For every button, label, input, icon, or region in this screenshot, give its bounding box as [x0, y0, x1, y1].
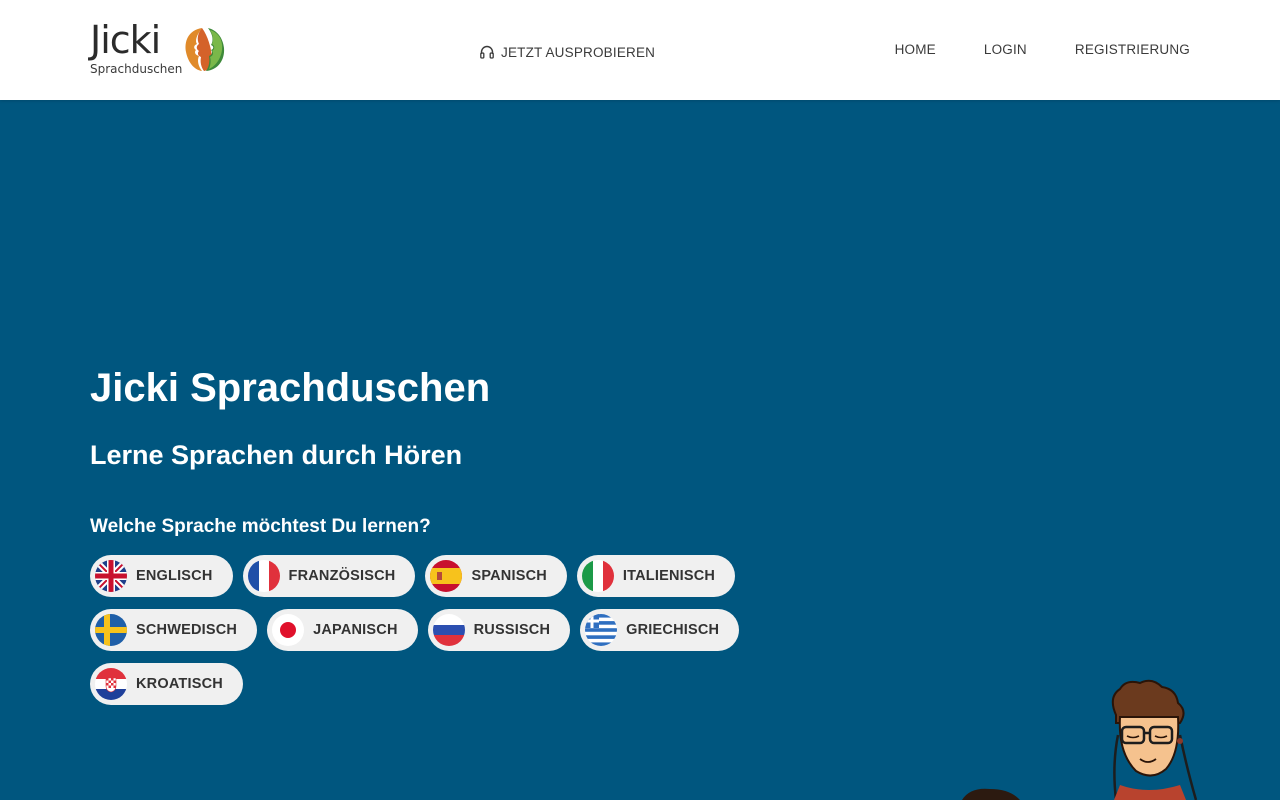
italy-flag-icon [581, 560, 614, 592]
logo-faces-icon [185, 28, 225, 71]
sweden-flag-icon [95, 614, 127, 646]
language-label: SPANISCH [471, 568, 547, 584]
uk-flag-icon [95, 560, 127, 592]
listener-illustration [962, 679, 1198, 800]
language-button-english[interactable]: ENGLISCH [90, 555, 233, 597]
page-title: Jicki Sprachduschen [90, 366, 491, 410]
site-header: Jicki Sprachduschen JETZT AUSPROBIEREN H… [0, 0, 1280, 100]
language-row: SCHWEDISCH JAPANISCH RUSSISCH GRIECHISCH [90, 609, 740, 651]
greece-flag-icon [585, 614, 618, 646]
croatia-flag-icon [95, 668, 127, 700]
logo-subtitle: Sprachduschen [90, 62, 183, 76]
language-label: ENGLISCH [136, 568, 213, 584]
language-button-spanish[interactable]: SPANISCH [425, 555, 567, 597]
language-button-croatian[interactable]: KROATISCH [90, 663, 243, 705]
language-button-swedish[interactable]: SCHWEDISCH [90, 609, 258, 651]
japan-flag-icon [272, 614, 305, 646]
language-label: ITALIENISCH [622, 568, 716, 584]
language-label: SCHWEDISCH [136, 622, 238, 638]
language-label: KROATISCH [136, 676, 223, 692]
language-question: Welche Sprache möchtest Du lernen? [90, 516, 431, 537]
try-now-link[interactable]: JETZT AUSPROBIEREN [479, 42, 655, 62]
nav-home[interactable]: HOME [895, 40, 936, 60]
language-button-japanese[interactable]: JAPANISCH [267, 609, 418, 651]
page-subtitle: Lerne Sprachen durch Hören [90, 440, 463, 470]
language-button-french[interactable]: FRANZÖSISCH [242, 555, 416, 597]
russia-flag-icon [432, 614, 465, 646]
france-flag-icon [247, 560, 280, 592]
language-row: ENGLISCH FRANZÖSISCH SPANISCH ITALIENISC… [90, 555, 736, 597]
language-label: JAPANISCH [313, 622, 398, 638]
logo[interactable]: Jicki Sprachduschen [90, 18, 240, 78]
spain-flag-icon [430, 560, 463, 592]
nav-login[interactable]: LOGIN [984, 40, 1027, 60]
language-label: GRIECHISCH [626, 622, 720, 638]
nav-register[interactable]: REGISTRIERUNG [1075, 40, 1190, 60]
language-label: RUSSISCH [473, 622, 551, 638]
language-label: FRANZÖSISCH [288, 568, 396, 584]
headphones-icon [480, 45, 494, 59]
try-now-label: JETZT AUSPROBIEREN [501, 44, 656, 60]
main-nav: HOME LOGIN REGISTRIERUNG [895, 40, 1190, 60]
language-button-italian[interactable]: ITALIENISCH [576, 555, 736, 597]
language-row: KROATISCH [90, 663, 243, 705]
language-button-russian[interactable]: RUSSISCH [427, 609, 571, 651]
language-button-greek[interactable]: GRIECHISCH [580, 609, 740, 651]
logo-wordmark: Jicki [90, 18, 161, 62]
